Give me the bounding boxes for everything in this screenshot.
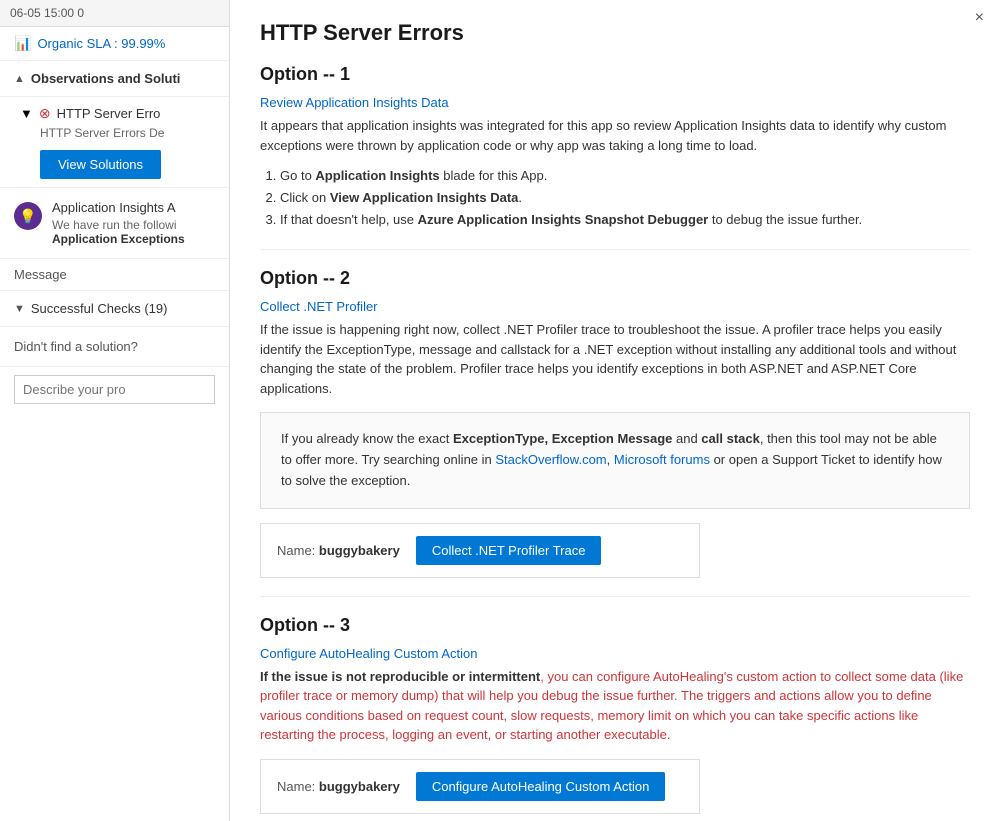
sla-row: 📊 Organic SLA : 99.99% (0, 27, 229, 61)
chevron-down-icon: ▼ (20, 106, 33, 121)
option1-steps: Go to Application Insights blade for thi… (280, 165, 970, 231)
sla-label: Organic SLA : 99.99% (37, 36, 165, 51)
panel-title: HTTP Server Errors (260, 20, 970, 46)
close-button[interactable]: × (975, 10, 984, 26)
no-solution-text: Didn't find a solution? (0, 327, 229, 367)
insight-desc-prefix: We have run the followi (52, 218, 177, 232)
observations-section-header[interactable]: ▲ Observations and Soluti (0, 61, 229, 97)
option2-name-label: Name: buggybakery (277, 543, 400, 558)
http-error-title: HTTP Server Erro (57, 106, 161, 121)
top-bar-text: 06-05 15:00 0 (10, 6, 84, 20)
option2-heading: Option -- 2 (260, 268, 970, 289)
view-solutions-button[interactable]: View Solutions (40, 150, 161, 179)
separator-1 (260, 249, 970, 250)
top-bar: 06-05 15:00 0 (0, 0, 229, 27)
message-row: Message (0, 259, 229, 291)
option3-desc-bold: If the issue is not reproducible or inte… (260, 669, 540, 684)
option3-name-label: Name: buggybakery (277, 779, 400, 794)
step-2: Click on View Application Insights Data. (280, 187, 970, 209)
option3-name-value: buggybakery (319, 779, 400, 794)
successful-checks-label: Successful Checks (19) (31, 301, 168, 316)
option2-action-row: Name: buggybakery Collect .NET Profiler … (260, 523, 700, 578)
step-3: If that doesn't help, use Azure Applicat… (280, 209, 970, 231)
message-label: Message (14, 267, 67, 282)
insight-desc: We have run the followi Application Exce… (52, 218, 215, 246)
option1-heading: Option -- 1 (260, 64, 970, 85)
stackoverflow-link[interactable]: StackOverflow.com (495, 452, 606, 467)
option1-link[interactable]: Review Application Insights Data (260, 95, 970, 110)
option3-action-row: Name: buggybakery Configure AutoHealing … (260, 759, 700, 814)
option2-desc: If the issue is happening right now, col… (260, 320, 970, 398)
step-1: Go to Application Insights blade for thi… (280, 165, 970, 187)
collect-profiler-button[interactable]: Collect .NET Profiler Trace (416, 536, 602, 565)
chevron-up-icon: ▲ (14, 73, 25, 85)
http-error-obs-item: ▼ ⊗ HTTP Server Erro HTTP Server Errors … (0, 97, 229, 188)
option2-callout: If you already know the exact ExceptionT… (260, 412, 970, 508)
http-error-desc: HTTP Server Errors De (40, 126, 215, 140)
observations-section-title: Observations and Soluti (31, 71, 181, 86)
option2-name-value: buggybakery (319, 543, 400, 558)
option2-link[interactable]: Collect .NET Profiler (260, 299, 970, 314)
insight-title: Application Insights A (52, 200, 215, 215)
error-circle-icon: ⊗ (39, 105, 51, 122)
option1-desc: It appears that application insights was… (260, 116, 970, 155)
option3-heading: Option -- 3 (260, 615, 970, 636)
chevron-down-icon-checks: ▼ (14, 303, 25, 315)
left-panel: 06-05 15:00 0 📊 Organic SLA : 99.99% ▲ O… (0, 0, 230, 821)
insight-content: Application Insights A We have run the f… (52, 200, 215, 246)
search-input[interactable] (14, 375, 215, 404)
lightbulb-icon: 💡 (14, 202, 42, 230)
separator-2 (260, 596, 970, 597)
option3-link[interactable]: Configure AutoHealing Custom Action (260, 646, 970, 661)
chart-icon: 📊 (14, 35, 31, 52)
insight-item: 💡 Application Insights A We have run the… (0, 188, 229, 259)
microsoft-forums-link[interactable]: Microsoft forums (614, 452, 710, 467)
successful-checks-header[interactable]: ▼ Successful Checks (19) (0, 291, 229, 327)
configure-autohealing-button[interactable]: Configure AutoHealing Custom Action (416, 772, 666, 801)
insight-desc-bold: Application Exceptions (52, 232, 185, 246)
right-panel: × HTTP Server Errors Option -- 1 Review … (230, 0, 1000, 821)
obs-item-header: ▼ ⊗ HTTP Server Erro (20, 105, 215, 122)
option3-desc: If the issue is not reproducible or inte… (260, 667, 970, 745)
